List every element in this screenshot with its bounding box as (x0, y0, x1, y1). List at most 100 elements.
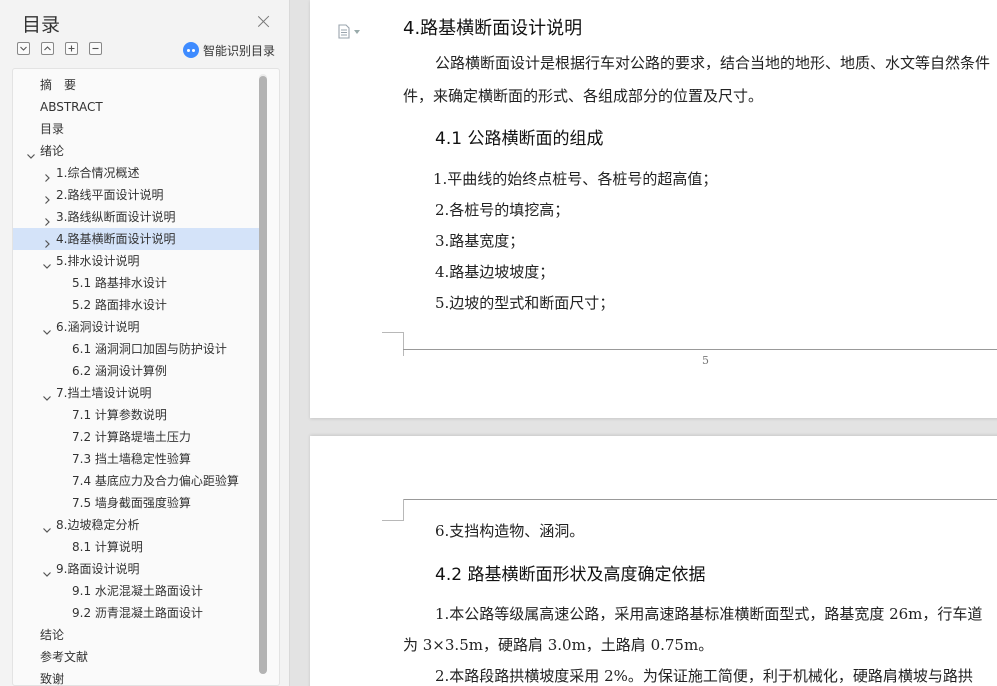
toc-item-label: 9.1 水泥混凝土路面设计 (72, 584, 203, 598)
toc-item[interactable]: 7.4 基底应力及合力偏心距验算 (13, 470, 261, 492)
chevron-down-icon[interactable] (26, 146, 36, 159)
toc-item[interactable]: 7.挡土墙设计说明 (13, 382, 261, 404)
toc-item-label: 6.涵洞设计说明 (56, 320, 140, 334)
toc-item-label: 7.3 挡土墙稳定性验算 (72, 452, 191, 466)
collapse-all-icon[interactable] (17, 42, 30, 55)
toc-item-label: 3.路线纵断面设计说明 (56, 210, 176, 224)
toc-item[interactable]: 7.3 挡土墙稳定性验算 (13, 448, 261, 470)
document-page: 4.路基横断面设计说明 公路横断面设计是根据行车对公路的要求，结合当地的地形、地… (310, 0, 997, 418)
document-icon (338, 24, 350, 39)
margin-marker (382, 520, 403, 521)
subsection-heading: 4.2 路基横断面形状及高度确定依据 (435, 565, 706, 585)
toc-item[interactable]: 1.综合情况概述 (13, 162, 261, 184)
toc-item[interactable]: 9.路面设计说明 (13, 558, 261, 580)
chevron-right-icon[interactable] (42, 234, 52, 248)
toc-item-label: 9.路面设计说明 (56, 562, 140, 576)
toc-list: 摘 要 ABSTRACT 目录绪论 1.综合情况概述 2.路线平面设计说明 3.路线纵断面… (13, 74, 261, 686)
page-options-button[interactable] (338, 24, 360, 39)
toc-item-label: 致谢 (40, 672, 65, 686)
toc-item[interactable]: 结论 (13, 624, 261, 646)
toc-item[interactable]: 目录 (13, 118, 261, 140)
toc-item-label: 6.1 涵洞洞口加固与防护设计 (72, 342, 227, 356)
toc-item[interactable]: 5.1 路基排水设计 (13, 272, 261, 294)
toc-item-label: 绪论 (40, 144, 65, 158)
list-item: 3.路基宽度； (435, 232, 525, 250)
chevron-right-icon[interactable] (42, 168, 52, 182)
margin-marker (403, 332, 404, 356)
toc-item[interactable]: 致谢 (13, 668, 261, 686)
toc-item[interactable]: 6.2 涵洞设计算例 (13, 360, 261, 382)
toc-item-label: 5.1 路基排水设计 (72, 276, 167, 290)
smart-toc-icon (183, 42, 199, 58)
toc-item[interactable]: 6.1 涵洞洞口加固与防护设计 (13, 338, 261, 360)
toc-scrollbar[interactable] (259, 74, 267, 674)
section-heading: 4.路基横断面设计说明 (403, 18, 583, 39)
chevron-down-icon[interactable] (42, 564, 52, 577)
toc-item[interactable]: 7.5 墙身截面强度验算 (13, 492, 261, 514)
toc-item-label: 参考文献 (40, 650, 89, 664)
chevron-down-icon (354, 29, 360, 34)
margin-marker (382, 332, 403, 333)
toc-item[interactable]: 9.2 沥青混凝土路面设计 (13, 602, 261, 624)
paragraph-line: 公路横断面设计是根据行车对公路的要求，结合当地的地形、地质、水文等自然条件 (435, 54, 991, 72)
toc-item-label: 7.4 基底应力及合力偏心距验算 (72, 474, 239, 488)
toc-item[interactable]: 4.路基横断面设计说明 (13, 228, 261, 250)
chevron-right-icon[interactable] (42, 212, 52, 226)
smart-toc-label: 智能识别目录 (203, 43, 276, 58)
sidebar-title: 目录 (22, 14, 61, 36)
document-page: 6.支挡构造物、涵洞。 4.2 路基横断面形状及高度确定依据 1.本公路等级属高… (310, 436, 997, 686)
document-area: 4.路基横断面设计说明 公路横断面设计是根据行车对公路的要求，结合当地的地形、地… (290, 0, 997, 686)
paragraph-line: 2.本路段路拱横坡度采用 2%。为保证施工简便，利于机械化，硬路肩横坡与路拱 (435, 667, 973, 685)
list-item: 6.支挡构造物、涵洞。 (435, 522, 585, 540)
expand-all-icon[interactable] (41, 42, 54, 55)
toc-item[interactable]: 绪论 (13, 140, 261, 162)
toc-item-label: 2.路线平面设计说明 (56, 188, 164, 202)
toc-item[interactable]: 5.2 路面排水设计 (13, 294, 261, 316)
toc-item[interactable]: 参考文献 (13, 646, 261, 668)
chevron-right-icon[interactable] (42, 190, 52, 204)
paragraph-line: 1.本公路等级属高速公路，采用高速路基标准横断面型式，路基宽度 26m，行车道 (435, 605, 983, 623)
toc-item[interactable]: 5.排水设计说明 (13, 250, 261, 272)
toc-item[interactable]: 9.1 水泥混凝土路面设计 (13, 580, 261, 602)
footer-divider (403, 349, 997, 350)
chevron-down-icon[interactable] (42, 520, 52, 533)
toc-item-label: 8.1 计算说明 (72, 540, 143, 554)
paragraph-line: 为 3×3.5m，硬路肩 3.0m，土路肩 0.75m。 (403, 636, 714, 654)
chevron-down-icon[interactable] (42, 256, 52, 269)
toc-item-label: 8.边坡稳定分析 (56, 518, 140, 532)
toc-item[interactable]: 2.路线平面设计说明 (13, 184, 261, 206)
toc-item[interactable]: 摘 要 (13, 74, 261, 96)
toc-item-label: 结论 (40, 628, 65, 642)
list-item: 4.路基边坡坡度； (435, 263, 555, 281)
toc-item[interactable]: ABSTRACT (13, 96, 261, 118)
margin-marker (403, 499, 404, 521)
close-icon[interactable] (256, 14, 272, 30)
remove-heading-icon[interactable] (89, 42, 102, 55)
toc-item-label: 7.1 计算参数说明 (72, 408, 167, 422)
toc-item-label: 摘 要 (40, 78, 77, 92)
toc-item-label: 9.2 沥青混凝土路面设计 (72, 606, 203, 620)
toc-item[interactable]: 7.1 计算参数说明 (13, 404, 261, 426)
toc-item-label: ABSTRACT (40, 100, 103, 114)
toc-item-label: 4.路基横断面设计说明 (56, 232, 176, 246)
toc-item-label: 5.排水设计说明 (56, 254, 140, 268)
chevron-down-icon[interactable] (42, 388, 52, 401)
list-item: 2.各桩号的填挖高； (435, 201, 570, 219)
toc-item[interactable]: 8.边坡稳定分析 (13, 514, 261, 536)
toc-item-label: 6.2 涵洞设计算例 (72, 364, 167, 378)
smart-toc-button[interactable]: 智能识别目录 (183, 40, 275, 60)
toc-item[interactable]: 8.1 计算说明 (13, 536, 261, 558)
toc-item[interactable]: 7.2 计算路堤墙土压力 (13, 426, 261, 448)
toc-item-label: 5.2 路面排水设计 (72, 298, 167, 312)
toc-item-label: 7.挡土墙设计说明 (56, 386, 152, 400)
toc-item-label: 7.2 计算路堤墙土压力 (72, 430, 191, 444)
toc-item[interactable]: 3.路线纵断面设计说明 (13, 206, 261, 228)
chevron-down-icon[interactable] (42, 322, 52, 335)
toc-item-label: 7.5 墙身截面强度验算 (72, 496, 191, 510)
toc-scrollbar-thumb[interactable] (259, 76, 267, 674)
list-item: 1.平曲线的始终点桩号、各桩号的超高值； (433, 170, 718, 188)
paragraph-line: 件，来确定横断面的形式、各组成部分的位置及尺寸。 (403, 87, 764, 105)
add-heading-icon[interactable] (65, 42, 78, 55)
toc-item-label: 1.综合情况概述 (56, 166, 140, 180)
toc-item[interactable]: 6.涵洞设计说明 (13, 316, 261, 338)
